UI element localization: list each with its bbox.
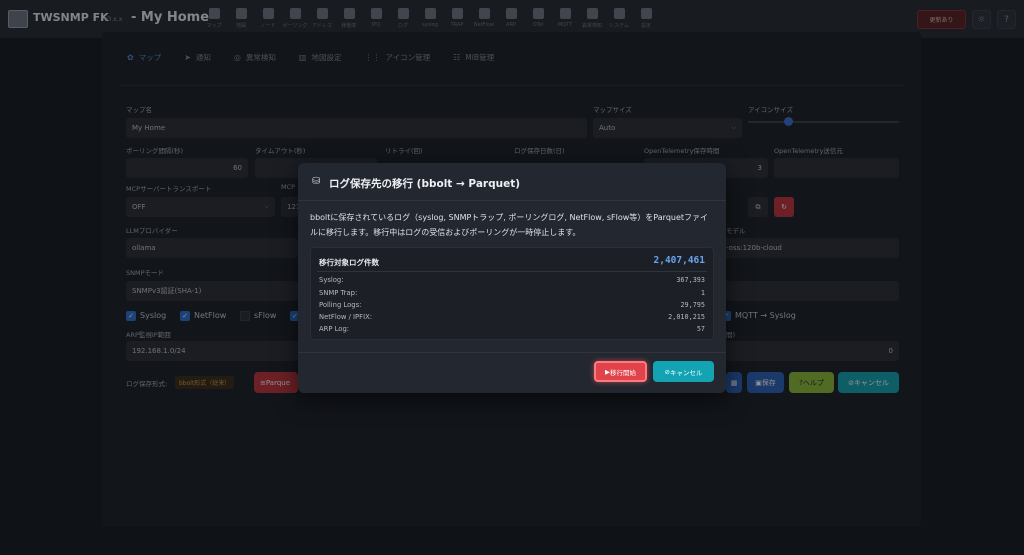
- polling-count-value: 29,795: [680, 301, 705, 309]
- dialog-footer-divider: [298, 352, 726, 353]
- dialog-cancel-button[interactable]: ⊘ キャンセル: [653, 361, 714, 382]
- dialog-header: ⛁ ログ保存先の移行 (bbolt → Parquet): [298, 163, 726, 201]
- polling-count-label: Polling Logs:: [319, 301, 362, 309]
- netflow-count-value: 2,010,215: [668, 313, 705, 321]
- arp-count-value: 57: [696, 325, 705, 333]
- start-migration-button[interactable]: ▶ 移行開始: [594, 361, 647, 382]
- dialog-title: ログ保存先の移行 (bbolt → Parquet): [329, 178, 521, 190]
- netflow-count-label: NetFlow / IPFIX:: [319, 313, 373, 321]
- migration-dialog: ⛁ ログ保存先の移行 (bbolt → Parquet) bboltに保存されて…: [298, 163, 726, 393]
- log-count-box: 移行対象ログ件数 2,407,461 Syslog: 367,393 SNMP …: [310, 247, 714, 340]
- syslog-count-value: 367,393: [676, 276, 705, 284]
- total-label: 移行対象ログ件数: [319, 258, 379, 267]
- trap-count-label: SNMP Trap:: [319, 289, 358, 297]
- total-value: 2,407,461: [653, 255, 705, 266]
- box-divider: [317, 271, 707, 272]
- database-icon: ⛁: [312, 176, 321, 187]
- dialog-description: bboltに保存されているログ（syslog, SNMPトラップ, ポーリングロ…: [310, 213, 709, 237]
- trap-count-value: 1: [700, 289, 705, 297]
- syslog-count-label: Syslog:: [319, 276, 344, 284]
- arp-count-label: ARP Log:: [319, 325, 350, 333]
